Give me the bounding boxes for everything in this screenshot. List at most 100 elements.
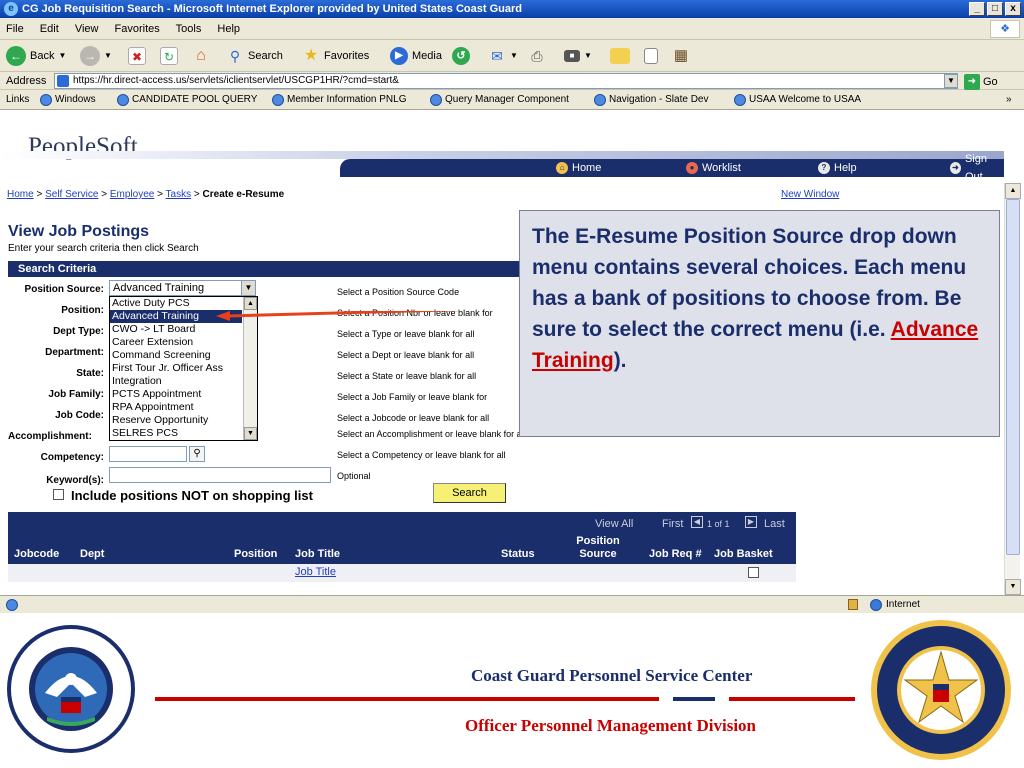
view-all-link[interactable]: View All — [595, 518, 633, 530]
dropdown-option[interactable]: SELRES PCS — [110, 427, 242, 440]
menu-help[interactable]: Help — [217, 23, 240, 35]
forward-button[interactable]: → ▼ — [80, 45, 112, 67]
menu-edit[interactable]: Edit — [40, 23, 59, 35]
address-bar: Address https://hr.direct-access.us/serv… — [0, 72, 1024, 90]
ie-page-icon — [734, 94, 746, 106]
next-arrow-icon[interactable]: ▶ — [745, 516, 757, 528]
favorites-button[interactable]: ★ Favorites — [302, 45, 369, 67]
job-basket-checkbox[interactable] — [748, 567, 759, 578]
new-window-link[interactable]: New Window — [781, 189, 839, 200]
history-button[interactable]: ↺ — [452, 45, 470, 67]
link-usaa[interactable]: USAA Welcome to USAA — [734, 90, 862, 109]
header-stripe — [0, 151, 1004, 159]
search-criteria-header: Search Criteria — [8, 261, 548, 277]
ie-page-icon — [40, 94, 52, 106]
dropdown-option[interactable]: PCTS Appointment — [110, 388, 242, 401]
research-button[interactable]: ▦ — [672, 45, 690, 67]
home-button[interactable]: ⌂ — [192, 45, 210, 67]
dropdown-option[interactable]: Reserve Opportunity — [110, 414, 242, 427]
chevron-down-icon: ▼ — [510, 51, 518, 60]
globe-icon — [870, 599, 882, 611]
folder-button[interactable] — [610, 45, 630, 67]
position-label: Position: — [61, 305, 104, 316]
dropdown-option[interactable]: Active Duty PCS — [110, 297, 242, 310]
competency-input[interactable] — [109, 446, 187, 462]
minimize-button[interactable]: _ — [969, 2, 985, 16]
scroll-down-icon[interactable]: ▼ — [1005, 579, 1021, 595]
link-windows[interactable]: Windows — [40, 90, 96, 109]
dropdown-option[interactable]: First Tour Jr. Officer Ass — [110, 362, 242, 375]
position-source-select[interactable]: Advanced Training ▼ — [109, 280, 256, 296]
address-url: https://hr.direct-access.us/servlets/icl… — [73, 75, 399, 86]
dropdown-option[interactable]: Command Screening — [110, 349, 242, 362]
breadcrumb-home[interactable]: Home — [7, 189, 34, 200]
menu-favorites[interactable]: Favorites — [115, 23, 160, 35]
footer-divider — [155, 697, 855, 701]
dropdown-option[interactable]: RPA Appointment — [110, 401, 242, 414]
chevron-down-icon[interactable]: ▼ — [241, 281, 255, 295]
search-button[interactable]: Search — [433, 483, 506, 503]
link-candidate-pool-query[interactable]: CANDIDATE POOL QUERY — [117, 90, 257, 109]
nav-worklist[interactable]: ● Worklist — [686, 159, 741, 177]
first-link[interactable]: First — [662, 518, 683, 530]
breadcrumb-employee[interactable]: Employee — [110, 189, 154, 200]
breadcrumb: Home > Self Service > Employee > Tasks >… — [7, 189, 284, 200]
link-member-information[interactable]: Member Information PNLG — [272, 90, 407, 109]
dropdown-option[interactable]: Integration — [110, 375, 242, 388]
scroll-thumb[interactable] — [1006, 199, 1020, 555]
job-title-link[interactable]: Job Title — [295, 566, 336, 578]
close-button[interactable]: x — [1005, 2, 1021, 16]
go-label: Go — [983, 76, 998, 88]
breadcrumb-self-service[interactable]: Self Service — [45, 189, 98, 200]
go-button[interactable]: ➜ Go — [964, 73, 998, 91]
last-link[interactable]: Last — [764, 518, 785, 530]
search-button[interactable]: ⚲ Search — [226, 45, 283, 67]
competency-lookup-button[interactable]: ⚲ — [189, 446, 205, 462]
col-status: Status — [501, 548, 535, 560]
print-button[interactable]: ⎙ — [528, 45, 546, 67]
refresh-button[interactable]: ↻ — [160, 45, 178, 67]
zone-label: Internet — [886, 599, 920, 610]
menu-file[interactable]: File — [6, 23, 24, 35]
col-job-basket: Job Basket — [714, 548, 773, 560]
address-dropdown-icon[interactable]: ▼ — [944, 74, 958, 88]
position-source-label: Position Source: — [24, 284, 104, 295]
back-button[interactable]: ← Back ▼ — [6, 45, 66, 67]
link-label: USAA Welcome to USAA — [749, 94, 862, 105]
nav-help[interactable]: ? Help — [818, 159, 857, 177]
prev-arrow-icon[interactable]: ◀ — [691, 516, 703, 528]
stop-button[interactable]: ✖ — [128, 45, 146, 67]
edit-button[interactable]: ■ ▼ — [564, 45, 592, 67]
nav-home[interactable]: ⌂ Home — [556, 159, 601, 177]
menu-view[interactable]: View — [75, 23, 99, 35]
col-job-req: Job Req # — [649, 548, 702, 560]
vertical-scrollbar[interactable]: ▲ ▼ — [1004, 183, 1021, 595]
scroll-down-icon[interactable]: ▼ — [244, 427, 257, 440]
maximize-button[interactable]: □ — [987, 2, 1003, 16]
nav-sign-out[interactable]: ➜ Sign Out — [950, 153, 1004, 183]
include-positions-checkbox[interactable] — [53, 489, 64, 500]
department-hint: Select a Dept or leave blank for all — [337, 350, 475, 360]
results-table-header: View All First ◀ 1 of 1 ▶ Last Jobcode D… — [8, 512, 796, 564]
footer-subtitle: Officer Personnel Management Division — [465, 716, 757, 735]
menu-tools[interactable]: Tools — [176, 23, 202, 35]
media-button[interactable]: ▶ Media — [390, 45, 442, 67]
col-position-source: Position Source — [576, 535, 620, 560]
callout-arrow-icon — [216, 311, 466, 321]
link-query-manager[interactable]: Query Manager Component — [430, 90, 569, 109]
breadcrumb-tasks[interactable]: Tasks — [166, 189, 192, 200]
breadcrumb-separator: > — [191, 189, 203, 200]
address-input[interactable]: https://hr.direct-access.us/servlets/icl… — [54, 73, 958, 89]
link-navigation-slate-dev[interactable]: Navigation - Slate Dev — [594, 90, 709, 109]
scroll-up-icon[interactable]: ▲ — [1005, 183, 1021, 199]
worklist-icon: ● — [686, 162, 698, 174]
dropdown-option[interactable]: Career Extension — [110, 336, 242, 349]
links-overflow-icon[interactable]: » — [1006, 90, 1012, 109]
keywords-input[interactable] — [109, 467, 331, 483]
mail-button[interactable]: ✉ ▼ — [488, 45, 518, 67]
document-icon — [644, 48, 658, 64]
scroll-up-icon[interactable]: ▲ — [244, 297, 257, 310]
nav-worklist-label: Worklist — [702, 162, 741, 174]
callout-annotation: The E-Resume Position Source drop down m… — [519, 210, 1000, 437]
messenger-button[interactable] — [644, 45, 658, 67]
